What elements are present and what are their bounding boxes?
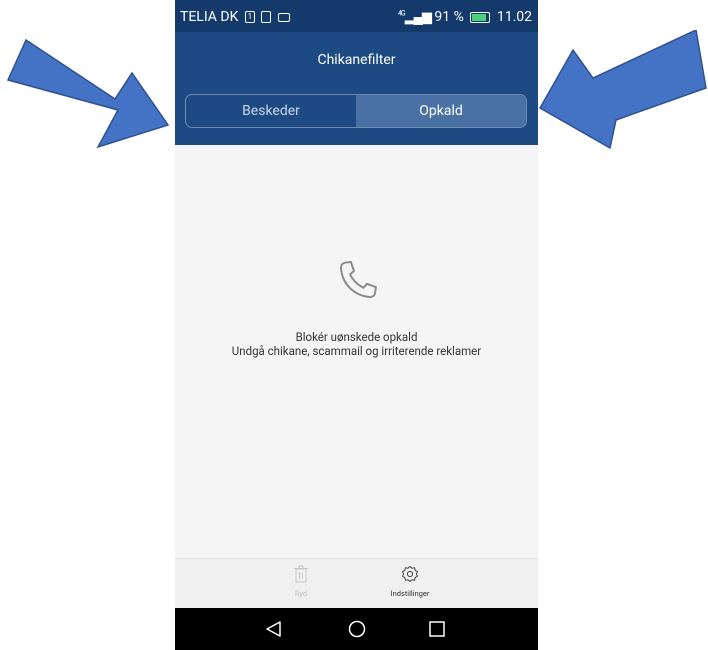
sim-icon: 1 bbox=[244, 11, 255, 24]
phone-icon bbox=[339, 260, 377, 299]
clock: 11.02 bbox=[496, 9, 532, 25]
battery-icon bbox=[470, 11, 491, 23]
page-title: Chikanefilter bbox=[317, 52, 396, 68]
status-left: TELIA DK 1 bbox=[180, 9, 290, 25]
empty-state-subtitle: Undgå chikane, scammail og irriterende r… bbox=[231, 344, 482, 358]
carrier-name: TELIA DK bbox=[180, 9, 239, 25]
status-bar: TELIA DK 1 4G▂▄▆ 91 % 11.02 bbox=[175, 0, 538, 32]
recents-icon[interactable] bbox=[428, 620, 446, 638]
clear-button[interactable]: Ryd bbox=[261, 565, 341, 598]
home-icon[interactable] bbox=[348, 620, 366, 638]
bottom-toolbar: Ryd Indstillinger bbox=[175, 558, 538, 609]
clear-button-label: Ryd bbox=[294, 589, 308, 598]
back-icon[interactable] bbox=[265, 620, 283, 638]
tab-beskeder[interactable]: Beskeder bbox=[186, 95, 356, 127]
system-nav-bar bbox=[175, 608, 538, 650]
gear-icon bbox=[402, 566, 418, 582]
phone-screen: TELIA DK 1 4G▂▄▆ 91 % 11.02 Chikanefilte… bbox=[175, 0, 538, 650]
settings-button[interactable]: Indstillinger bbox=[370, 565, 450, 598]
status-right: 4G▂▄▆ 91 % 11.02 bbox=[398, 9, 532, 25]
empty-state-area: Blokér uønskede opkald Undgå chikane, sc… bbox=[175, 145, 538, 558]
message-notification-icon bbox=[277, 12, 290, 22]
settings-button-label: Indstillinger bbox=[390, 589, 430, 598]
trash-icon bbox=[294, 565, 308, 583]
empty-state-text: Blokér uønskede opkald Undgå chikane, sc… bbox=[175, 330, 538, 358]
battery-percent: 91 % bbox=[434, 9, 464, 25]
left-annotation-arrow bbox=[6, 38, 170, 149]
tab-switcher: Beskeder Opkald bbox=[185, 94, 527, 128]
image-notification-icon bbox=[261, 11, 272, 24]
signal-icon: 4G▂▄▆ bbox=[397, 9, 432, 25]
tab-opkald[interactable]: Opkald bbox=[356, 95, 526, 127]
app-header: TELIA DK 1 4G▂▄▆ 91 % 11.02 Chikanefilte… bbox=[175, 0, 538, 145]
right-annotation-arrow bbox=[538, 30, 707, 150]
empty-state-title: Blokér uønskede opkald bbox=[295, 330, 418, 344]
